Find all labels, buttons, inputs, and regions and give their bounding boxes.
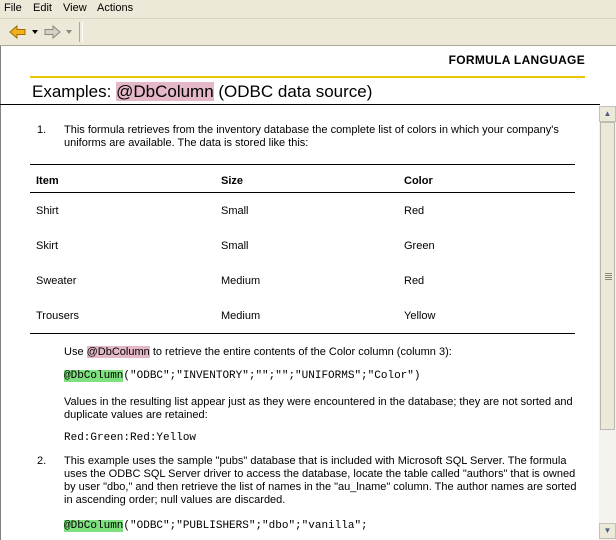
menu-view[interactable]: View bbox=[63, 2, 87, 14]
menu-bar: File Edit View Actions bbox=[0, 0, 616, 19]
table-header-row: Item Size Color bbox=[30, 164, 575, 193]
code-args: ("ODBC";"INVENTORY";"";"";"UNIFORMS";"Co… bbox=[123, 370, 421, 382]
grip-line bbox=[605, 273, 612, 274]
code-function-link[interactable]: @DbColumn bbox=[64, 370, 124, 382]
table-cell: Shirt bbox=[36, 204, 59, 217]
table-cell: Medium bbox=[215, 298, 398, 334]
result-line: Red:Green:Red:Yellow bbox=[64, 432, 197, 444]
title-function-link[interactable]: @DbColumn bbox=[116, 82, 214, 101]
title-divider bbox=[0, 104, 600, 105]
table-cell: Yellow bbox=[398, 298, 575, 334]
page-title: Examples: @DbColumn (ODBC data source) bbox=[32, 82, 372, 102]
vertical-scrollbar[interactable]: ▲ ▼ bbox=[599, 106, 616, 540]
list-number: 2. bbox=[37, 455, 47, 467]
use-prefix: Use bbox=[64, 346, 87, 358]
table-cell: Trousers bbox=[30, 298, 215, 334]
back-arrow-icon[interactable] bbox=[8, 23, 42, 41]
grip-line bbox=[605, 275, 612, 276]
column-header: Size bbox=[215, 164, 398, 193]
code-function-link[interactable]: @DbColumn bbox=[64, 520, 124, 532]
toolbar bbox=[0, 19, 616, 46]
function-link[interactable]: @DbColumn bbox=[86, 346, 150, 358]
column-header: Item bbox=[30, 164, 215, 193]
table-cell: Green bbox=[404, 239, 435, 252]
table-cell: Red bbox=[404, 204, 425, 217]
menu-edit[interactable]: Edit bbox=[33, 2, 52, 14]
table-cell: Small bbox=[221, 239, 249, 252]
grip-line bbox=[605, 279, 612, 280]
values-text: Values in the resulting list appear just… bbox=[64, 396, 573, 421]
inventory-table: Item Size Color Shirt Small Red Skirt Sm… bbox=[30, 164, 575, 334]
table-cell: Medium bbox=[221, 274, 261, 287]
table-cell: Small bbox=[221, 204, 249, 217]
use-suffix: to retrieve the entire contents of the C… bbox=[149, 346, 452, 358]
table-row: Sweater Medium Red bbox=[30, 263, 575, 298]
table-cell: Sweater bbox=[36, 274, 77, 287]
forward-arrow-icon[interactable] bbox=[44, 23, 76, 41]
code-sample-2: @DbColumn("ODBC";"PUBLISHERS";"dbo";"van… bbox=[64, 520, 584, 533]
menu-file[interactable]: File bbox=[4, 2, 22, 14]
table-row: Trousers Medium Yellow bbox=[30, 298, 575, 334]
item1-text: This formula retrieves from the inventor… bbox=[64, 124, 559, 149]
title-prefix: Examples: bbox=[32, 82, 117, 101]
item2-text: This example uses the sample "pubs" data… bbox=[64, 455, 577, 506]
menu-actions[interactable]: Actions bbox=[97, 2, 133, 14]
list-number: 1. bbox=[37, 124, 47, 136]
title-suffix: (ODBC data source) bbox=[213, 82, 373, 101]
column-header: Color bbox=[398, 164, 575, 193]
grip-line bbox=[605, 277, 612, 278]
accent-rule bbox=[30, 76, 585, 78]
pane-border bbox=[0, 46, 1, 540]
table-cell: Skirt bbox=[36, 239, 58, 252]
section-header: FORMULA LANGUAGE bbox=[448, 53, 585, 67]
code-sample-1: @DbColumn("ODBC";"INVENTORY";"";"";"UNIF… bbox=[64, 370, 584, 383]
code-args: ("ODBC";"PUBLISHERS";"dbo";"vanilla"; bbox=[123, 520, 368, 532]
toolbar-separator bbox=[79, 22, 83, 42]
use-sentence: Use @DbColumn to retrieve the entire con… bbox=[64, 346, 584, 359]
table-row: Shirt Small Red bbox=[30, 193, 575, 229]
scroll-down-icon[interactable]: ▼ bbox=[599, 523, 616, 539]
table-row: Skirt Small Green bbox=[30, 228, 575, 263]
scroll-thumb[interactable] bbox=[600, 122, 615, 430]
table-cell: Red bbox=[404, 274, 425, 287]
scroll-up-icon[interactable]: ▲ bbox=[599, 106, 616, 122]
